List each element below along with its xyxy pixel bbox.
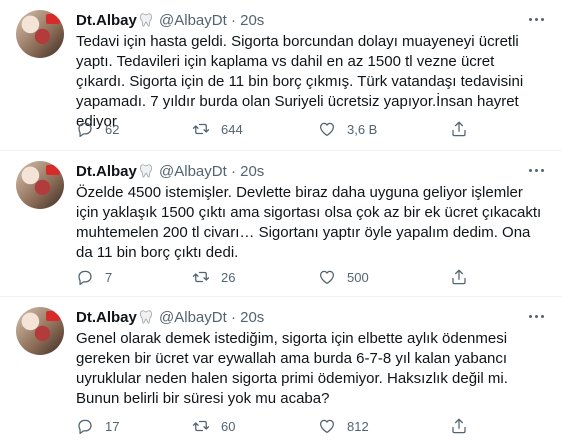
- heart-icon: [319, 270, 335, 285]
- like-count: 3,6 B: [347, 121, 378, 137]
- avatar[interactable]: [16, 161, 64, 209]
- timestamp[interactable]: 20s: [240, 163, 264, 180]
- tooth-icon: [139, 164, 152, 178]
- tooth-icon: [139, 13, 152, 27]
- more-dots-icon[interactable]: [526, 12, 546, 28]
- share-button[interactable]: [450, 119, 468, 139]
- heart-icon: [319, 122, 335, 137]
- reply-button[interactable]: 62: [76, 119, 119, 139]
- tweet-actions: 17 60 812: [76, 416, 546, 436]
- tweet[interactable]: Dt.Albay @AlbayDt · 20s Genel olarak dem…: [0, 297, 562, 447]
- flag-icon: [46, 311, 60, 321]
- tweet-header: Dt.Albay @AlbayDt · 20s: [76, 308, 264, 328]
- share-icon: [452, 418, 466, 434]
- like-count: 500: [347, 269, 369, 285]
- separator: ·: [230, 12, 236, 29]
- retweet-count: 644: [221, 121, 243, 137]
- tweet-text: Genel olarak demek istediğim, sigorta iç…: [76, 330, 508, 407]
- tweet-header: Dt.Albay @AlbayDt · 20s: [76, 11, 264, 31]
- author-name[interactable]: Dt.Albay: [76, 163, 137, 180]
- like-button[interactable]: 812: [318, 416, 369, 436]
- heart-icon: [319, 419, 335, 434]
- author-name[interactable]: Dt.Albay: [76, 309, 137, 326]
- reply-button[interactable]: 7: [76, 267, 112, 287]
- more-dots-icon[interactable]: [526, 309, 546, 325]
- share-icon: [452, 121, 466, 137]
- tweet[interactable]: Dt.Albay @AlbayDt · 20s Özelde 4500 iste…: [0, 151, 562, 297]
- retweet-button[interactable]: 60: [192, 416, 235, 436]
- like-count: 812: [347, 418, 369, 434]
- reply-icon: [78, 270, 92, 285]
- timestamp[interactable]: 20s: [240, 12, 264, 29]
- more-dots-icon[interactable]: [526, 163, 546, 179]
- avatar[interactable]: [16, 307, 64, 355]
- retweet-button[interactable]: 644: [192, 119, 243, 139]
- retweet-count: 26: [221, 269, 236, 285]
- tweet-actions: 62 644 3,6 B: [76, 119, 546, 139]
- reply-button[interactable]: 17: [76, 416, 119, 436]
- flag-icon: [46, 165, 60, 175]
- tweet-text: Özelde 4500 istemişler. Devlette biraz d…: [76, 184, 542, 261]
- separator: ·: [230, 163, 236, 180]
- tweet[interactable]: Dt.Albay @AlbayDt · 20s Tedavi için hast…: [0, 0, 562, 151]
- retweet-icon: [192, 420, 210, 432]
- flag-icon: [46, 14, 60, 24]
- share-button[interactable]: [450, 416, 468, 436]
- share-button[interactable]: [450, 267, 468, 287]
- tweet-text: Tedavi için hasta geldi. Sigorta borcund…: [76, 33, 524, 130]
- tooth-icon: [139, 310, 152, 324]
- share-icon: [452, 269, 466, 285]
- retweet-button[interactable]: 26: [192, 267, 235, 287]
- tweet-header: Dt.Albay @AlbayDt · 20s: [76, 162, 264, 182]
- reply-count: 17: [105, 418, 120, 434]
- like-button[interactable]: 3,6 B: [318, 119, 377, 139]
- retweet-icon: [192, 271, 210, 283]
- separator: ·: [230, 309, 236, 326]
- like-button[interactable]: 500: [318, 267, 369, 287]
- tweet-actions: 7 26 500: [76, 267, 546, 287]
- timestamp[interactable]: 20s: [240, 309, 264, 326]
- author-handle[interactable]: @AlbayDt: [159, 163, 227, 180]
- avatar[interactable]: [16, 10, 64, 58]
- reply-icon: [78, 419, 92, 434]
- retweet-icon: [192, 123, 210, 135]
- retweet-count: 60: [221, 418, 236, 434]
- reply-count: 7: [105, 269, 113, 285]
- reply-icon: [78, 122, 92, 137]
- author-handle[interactable]: @AlbayDt: [159, 12, 227, 29]
- author-name[interactable]: Dt.Albay: [76, 12, 137, 29]
- reply-count: 62: [105, 121, 120, 137]
- author-handle[interactable]: @AlbayDt: [159, 309, 227, 326]
